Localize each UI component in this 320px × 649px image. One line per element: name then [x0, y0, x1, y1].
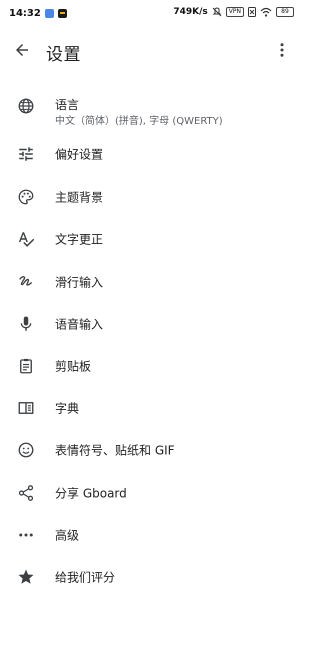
network-speed: 749K/s — [173, 7, 208, 17]
status-time: 14:32 — [9, 8, 41, 19]
star-icon — [17, 568, 35, 586]
settings-item-text-correction[interactable]: 文字更正 — [0, 219, 300, 259]
settings-item-label: 字典 — [55, 401, 80, 416]
back-button[interactable] — [10, 38, 34, 62]
settings-item-label: 文字更正 — [55, 232, 104, 247]
settings-item-label: 语言 — [55, 98, 80, 112]
settings-item-theme[interactable]: 主题背景 — [0, 177, 300, 217]
settings-item-label: 偏好设置 — [55, 147, 104, 162]
spellcheck-icon — [17, 230, 35, 248]
notification-app-icon-2 — [57, 9, 67, 18]
settings-item-preferences[interactable]: 偏好设置 — [0, 134, 300, 174]
settings-item-subtitle: 中文（简体）(拼音), 字母 (QWERTY) — [55, 116, 223, 127]
globe-icon — [17, 97, 35, 115]
more-horiz-icon — [17, 526, 35, 544]
tune-icon — [17, 145, 35, 163]
share-icon — [17, 484, 35, 502]
gesture-icon — [17, 273, 35, 291]
sim-icon — [248, 7, 256, 17]
settings-item-emoji[interactable]: 表情符号、贴纸和 GIF — [0, 430, 300, 470]
settings-item-share[interactable]: 分享 Gboard — [0, 473, 300, 513]
settings-item-rate[interactable]: 给我们评分 — [0, 557, 300, 597]
settings-item-label: 剪贴板 — [55, 359, 92, 374]
settings-item-label: 滑行输入 — [55, 275, 104, 290]
notification-app-icon — [44, 9, 54, 18]
settings-item-label: 给我们评分 — [55, 570, 116, 585]
status-bar: 14:32 749K/s VPN 89 — [0, 0, 300, 28]
settings-item-language[interactable]: 语言 中文（简体）(拼音), 字母 (QWERTY) — [0, 84, 300, 128]
settings-item-voice-typing[interactable]: 语音输入 — [0, 304, 300, 344]
arrow-back-icon — [13, 41, 31, 59]
smiley-icon — [17, 441, 35, 459]
settings-item-clipboard[interactable]: 剪贴板 — [0, 346, 300, 386]
mic-icon — [17, 315, 35, 333]
settings-item-advanced[interactable]: 高级 — [0, 515, 300, 555]
settings-item-label: 分享 Gboard — [55, 486, 127, 501]
settings-item-dictionary[interactable]: 字典 — [0, 388, 300, 428]
page-title: 设置 — [46, 45, 81, 65]
mute-icon — [212, 7, 222, 17]
vpn-badge: VPN — [225, 7, 244, 17]
app-bar: 设置 — [0, 28, 300, 74]
more-options-button[interactable] — [270, 38, 294, 62]
settings-item-label: 语音输入 — [55, 317, 104, 332]
book-icon — [17, 399, 35, 417]
settings-item-label: 主题背景 — [55, 190, 104, 205]
settings-item-label: 高级 — [55, 528, 80, 543]
battery-icon: 89 — [276, 7, 294, 17]
wifi-icon — [260, 7, 272, 17]
palette-icon — [17, 188, 35, 206]
settings-item-glide-typing[interactable]: 滑行输入 — [0, 262, 300, 302]
settings-item-label: 表情符号、贴纸和 GIF — [55, 443, 175, 458]
clipboard-icon — [17, 357, 35, 375]
more-vert-icon — [273, 41, 291, 59]
